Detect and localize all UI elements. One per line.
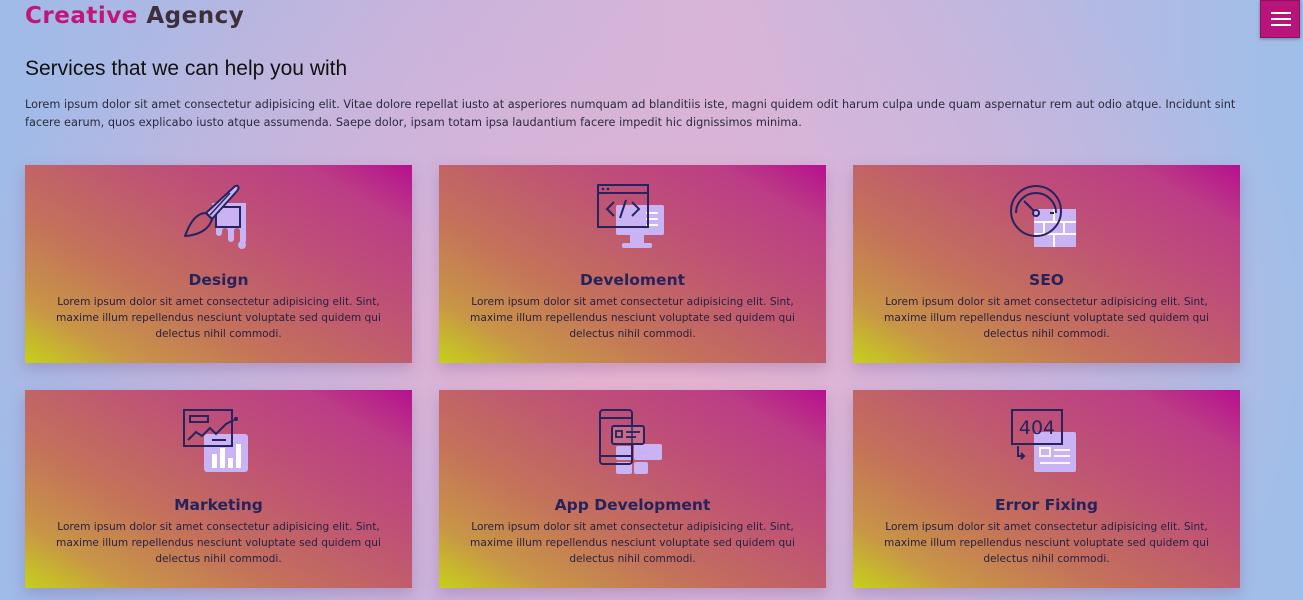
menu-toggle-button[interactable] <box>1260 0 1300 38</box>
service-title: Error Fixing <box>995 496 1098 514</box>
service-title: App Development <box>554 496 711 514</box>
service-description: Lorem ipsum dolor sit amet consectetur a… <box>56 296 381 340</box>
service-description: Lorem ipsum dolor sit amet consectetur a… <box>470 296 795 340</box>
speedometer-icon <box>1010 183 1082 253</box>
section-title: Services that we can help you with <box>25 57 348 80</box>
service-description: Lorem ipsum dolor sit amet consectetur a… <box>56 521 381 565</box>
paint-brush-icon <box>182 183 254 253</box>
service-card-marketing[interactable]: Marketing Lorem ipsum dolor sit amet con… <box>25 390 412 588</box>
service-title: Design <box>188 271 249 289</box>
section-intro: Lorem ipsum dolor sit amet consectetur a… <box>25 98 1236 129</box>
service-card-seo[interactable]: SEO Lorem ipsum dolor sit amet consectet… <box>853 165 1240 363</box>
service-card-design[interactable]: Design Lorem ipsum dolor sit amet consec… <box>25 165 412 363</box>
logo-word-creative: Creative <box>25 3 138 29</box>
logo-word-agency: Agency <box>146 3 245 29</box>
service-description: Lorem ipsum dolor sit amet consectetur a… <box>884 521 1209 565</box>
service-card-error-fixing[interactable]: 404 Error Fixing Lorem ipsum dolor sit a… <box>853 390 1240 588</box>
code-monitor-icon <box>596 183 668 253</box>
analytics-chart-icon <box>182 408 254 478</box>
site-logo[interactable]: Creative Agency <box>25 3 244 29</box>
mobile-app-icon <box>596 408 668 478</box>
service-card-development[interactable]: Develoment Lorem ipsum dolor sit amet co… <box>439 165 826 363</box>
error-404-icon: 404 <box>1010 408 1082 478</box>
service-title: SEO <box>1029 271 1064 289</box>
service-title: Develoment <box>579 271 686 289</box>
service-title: Marketing <box>174 496 263 514</box>
error-code-text: 404 <box>1019 417 1055 439</box>
hamburger-menu-icon <box>1271 12 1291 14</box>
service-description: Lorem ipsum dolor sit amet consectetur a… <box>470 521 795 565</box>
service-card-app-development[interactable]: App Development Lorem ipsum dolor sit am… <box>439 390 826 588</box>
service-description: Lorem ipsum dolor sit amet consectetur a… <box>884 296 1209 340</box>
